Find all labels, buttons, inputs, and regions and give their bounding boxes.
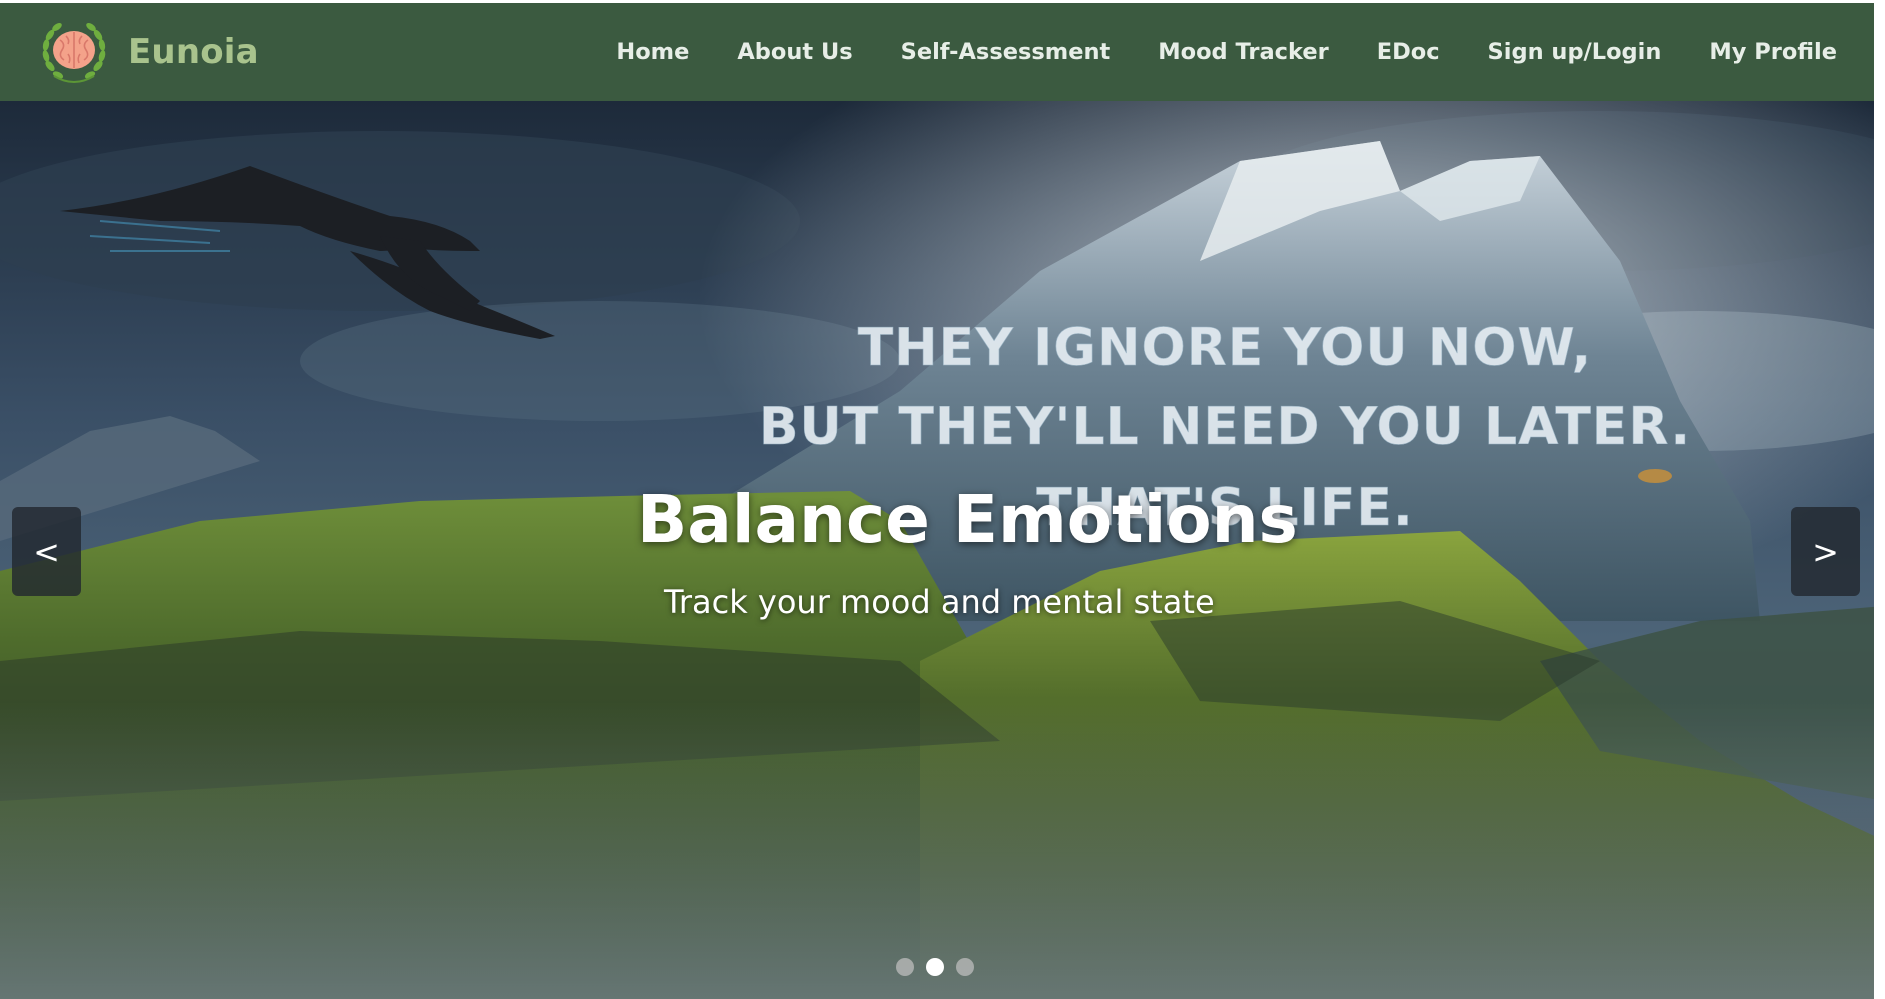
- brain-laurel-logo-icon: [42, 23, 106, 83]
- nav-link-edoc[interactable]: EDoc: [1353, 39, 1464, 65]
- nav-link-my-profile[interactable]: My Profile: [1685, 39, 1837, 65]
- carousel-indicators: [896, 958, 974, 976]
- carousel-next-button[interactable]: >: [1791, 507, 1860, 596]
- carousel-indicator-3[interactable]: [956, 958, 974, 976]
- brand-name[interactable]: Eunoia: [128, 32, 259, 72]
- carousel-caption-title: Balance Emotions: [637, 481, 1298, 558]
- main-nav: Home About Us Self-Assessment Mood Track…: [592, 39, 1837, 65]
- hero-carousel: THEY IGNORE YOU NOW, BUT THEY'LL NEED YO…: [0, 101, 1885, 999]
- nav-link-mood-tracker[interactable]: Mood Tracker: [1134, 39, 1352, 65]
- nav-link-self-assessment[interactable]: Self-Assessment: [877, 39, 1135, 65]
- nav-link-signup-login[interactable]: Sign up/Login: [1464, 39, 1686, 65]
- nav-link-about-us[interactable]: About Us: [713, 39, 876, 65]
- chevron-right-icon: >: [1812, 532, 1839, 571]
- carousel-prev-button[interactable]: <: [12, 507, 81, 596]
- carousel-indicator-1[interactable]: [896, 958, 914, 976]
- carousel-indicator-2[interactable]: [926, 958, 944, 976]
- navbar: Eunoia Home About Us Self-Assessment Moo…: [0, 0, 1885, 101]
- page-right-edge: [1874, 0, 1885, 999]
- nav-link-home[interactable]: Home: [592, 39, 713, 65]
- carousel-caption-subtitle: Track your mood and mental state: [664, 583, 1215, 621]
- chevron-left-icon: <: [33, 532, 60, 571]
- brand[interactable]: Eunoia: [36, 14, 259, 90]
